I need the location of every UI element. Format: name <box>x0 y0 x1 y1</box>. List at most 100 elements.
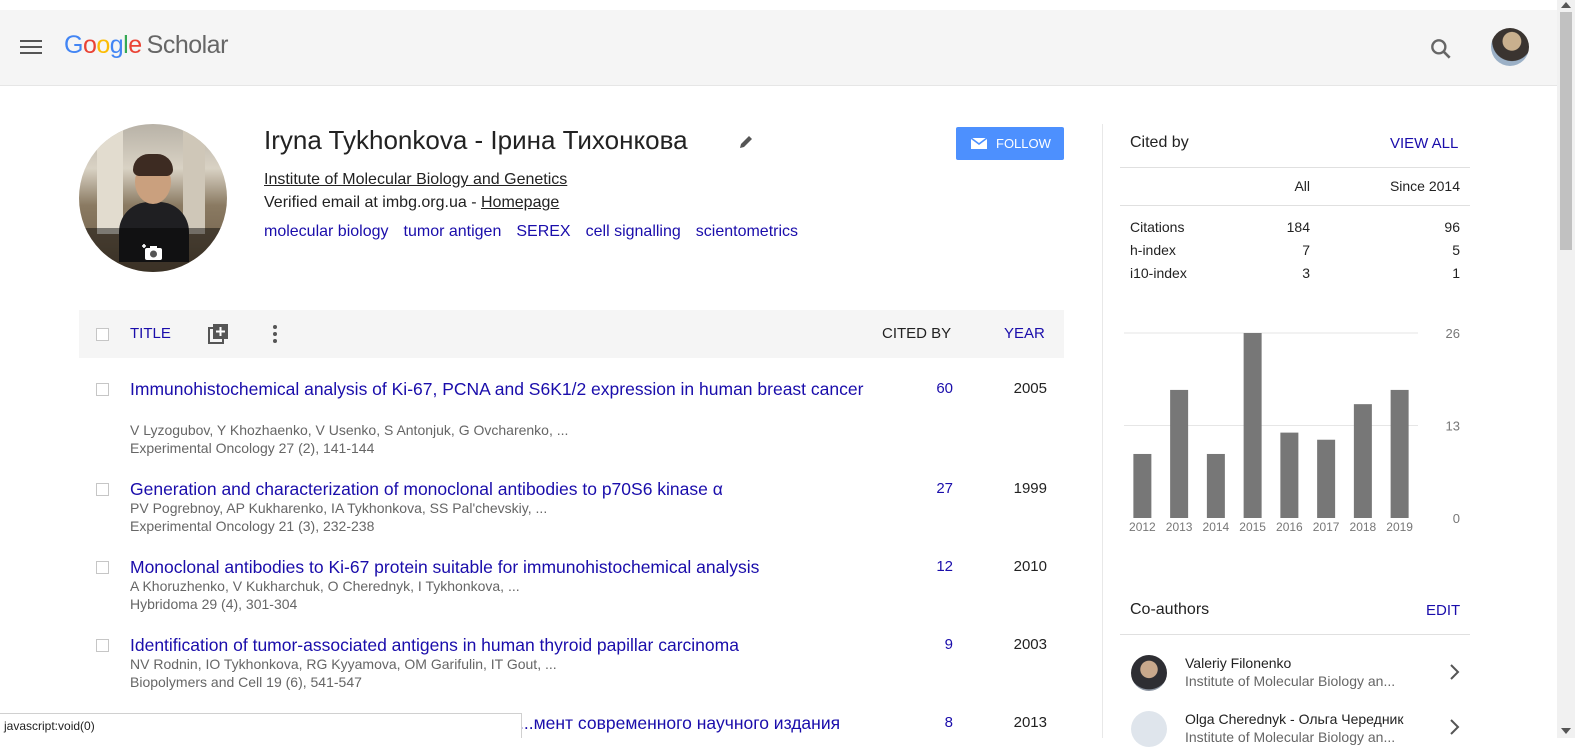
interest-link[interactable]: cell signalling <box>586 223 681 240</box>
chart-x-tick-label: 2013 <box>1166 520 1193 534</box>
homepage-link[interactable]: Homepage <box>481 194 559 211</box>
table-row: Identification of tumor-associated antig… <box>79 634 1064 694</box>
chart-bar[interactable] <box>1206 453 1225 518</box>
profile-photo[interactable] <box>79 124 227 272</box>
coauthor-institution: Institute of Molecular Biology an... <box>1185 673 1396 689</box>
chart-bar[interactable] <box>1133 453 1152 518</box>
chart-bar[interactable] <box>1353 404 1372 518</box>
column-divider <box>1102 124 1103 738</box>
follow-label: FOLLOW <box>996 136 1051 151</box>
google-logo-text: Google <box>64 31 142 59</box>
cited-count-link[interactable]: 8 <box>899 714 953 731</box>
metric-all: 3 <box>1302 265 1310 281</box>
chevron-right-icon[interactable] <box>1449 718 1461 736</box>
select-all-checkbox[interactable] <box>96 328 109 341</box>
article-title-link[interactable]: Generation and characterization of monoc… <box>130 478 865 500</box>
chart-bar[interactable] <box>1390 389 1409 518</box>
chart-bar[interactable] <box>1170 389 1189 518</box>
metric-since: 5 <box>1452 242 1460 258</box>
interest-link[interactable]: tumor antigen <box>404 223 502 240</box>
verified-email: Verified email at imbg.org.ua - Homepage <box>264 194 559 212</box>
scholar-logo-text: Scholar <box>146 31 229 59</box>
row-checkbox[interactable] <box>96 639 109 652</box>
metric-label[interactable]: h-index <box>1130 242 1176 258</box>
article-venue: Experimental Oncology 27 (2), 141-144 <box>130 440 375 456</box>
row-checkbox[interactable] <box>96 561 109 574</box>
interest-link[interactable]: SEREX <box>516 223 570 240</box>
metric-label[interactable]: Citations <box>1130 219 1184 235</box>
article-venue: Biopolymers and Cell 19 (6), 541-547 <box>130 674 362 690</box>
cited-by-title: Cited by <box>1130 134 1189 151</box>
scroll-down-icon[interactable] <box>1561 728 1571 734</box>
article-authors: A Khoruzhenko, V Kukharchuk, O Cherednyk… <box>130 578 520 594</box>
mail-icon <box>971 138 987 149</box>
metric-all: 184 <box>1286 219 1310 235</box>
sort-title-header[interactable]: TITLE <box>130 325 171 342</box>
cited-count-link[interactable]: 27 <box>899 480 953 497</box>
top-bar: Google Scholar <box>0 0 1575 86</box>
coauthor-institution: Institute of Molecular Biology an... <box>1185 729 1396 745</box>
metric-since: 96 <box>1444 219 1460 235</box>
divider <box>1120 634 1470 635</box>
profile-name: Iryna Tykhonkova - Ірина Тихонкова <box>264 125 688 155</box>
interest-link[interactable]: scientometrics <box>696 223 798 240</box>
interest-link[interactable]: molecular biology <box>264 223 389 240</box>
browser-status-bar: javascript:void(0) <box>0 713 522 738</box>
chart-x-tick-label: 2012 <box>1129 520 1156 534</box>
edit-pencil-icon[interactable] <box>737 133 755 151</box>
cited-count-link[interactable]: 9 <box>899 636 953 653</box>
account-avatar[interactable] <box>1491 28 1529 66</box>
view-all-link[interactable]: VIEW ALL <box>1390 135 1458 152</box>
add-articles-icon[interactable] <box>207 323 229 345</box>
article-venue: Hybridoma 29 (4), 301-304 <box>130 596 298 612</box>
chart-bar[interactable] <box>1317 439 1336 518</box>
row-checkbox[interactable] <box>96 383 109 396</box>
camera-add-icon[interactable] <box>142 243 164 261</box>
article-year: 2005 <box>1013 380 1047 397</box>
coauthor-name[interactable]: Valeriy Filonenko <box>1185 655 1291 671</box>
coauthor-name[interactable]: Olga Cherednyk - Ольга Чередник <box>1185 711 1404 727</box>
scrollbar-thumb[interactable] <box>1560 12 1572 250</box>
article-year: 1999 <box>1013 480 1047 497</box>
article-title-link[interactable]: Identification of tumor-associated antig… <box>130 634 865 656</box>
browser-edge <box>0 0 1575 10</box>
research-interests: molecular biology tumor antigen SEREX cell … <box>264 223 813 241</box>
chart-y-tick-label: 26 <box>1446 326 1460 341</box>
cited-count-link[interactable]: 12 <box>899 558 953 575</box>
coauthor-avatar[interactable] <box>1131 711 1167 747</box>
chart-bar[interactable] <box>1280 432 1299 518</box>
article-authors: PV Pogrebnoy, AP Kukharenko, IA Tykhonko… <box>130 500 548 516</box>
divider <box>1120 205 1470 206</box>
follow-button[interactable]: FOLLOW <box>956 127 1064 160</box>
article-authors: V Lyzogubov, Y Khozhaenko, V Usenko, S A… <box>130 422 569 438</box>
chart-bar[interactable] <box>1243 333 1262 518</box>
article-title-link[interactable]: Monoclonal antibodies to Ki-67 protein s… <box>130 556 865 578</box>
article-title-link[interactable]: Immunohistochemical analysis of Ki-67, P… <box>130 378 865 400</box>
col-since-header: Since 2014 <box>1389 178 1460 194</box>
chevron-right-icon[interactable] <box>1449 663 1461 681</box>
table-row: Generation and characterization of monoc… <box>79 478 1064 538</box>
cited-count-link[interactable]: 60 <box>899 380 953 397</box>
scroll-up-icon[interactable] <box>1561 2 1571 8</box>
article-year: 2010 <box>1013 558 1047 575</box>
coauthors-title: Co-authors <box>1130 601 1210 618</box>
article-year: 2003 <box>1013 636 1047 653</box>
coauthor-avatar[interactable] <box>1131 655 1167 691</box>
more-options-icon[interactable] <box>271 322 279 346</box>
metric-label[interactable]: i10-index <box>1130 265 1187 281</box>
affiliation-link[interactable]: Institute of Molecular Biology and Genet… <box>264 171 567 189</box>
hamburger-menu-icon[interactable] <box>20 40 42 55</box>
cited-by-header[interactable]: CITED BY <box>882 325 951 342</box>
google-scholar-logo[interactable]: Google Scholar <box>64 31 228 60</box>
chart-x-tick-label: 2017 <box>1313 520 1340 534</box>
chart-x-tick-label: 2016 <box>1276 520 1303 534</box>
row-checkbox[interactable] <box>96 483 109 496</box>
metric-all: 7 <box>1302 242 1310 258</box>
article-year: 2013 <box>1013 714 1047 731</box>
articles-table-header: TITLE CITED BY YEAR <box>79 310 1064 358</box>
article-title-link[interactable]: ...мент современного научного издания <box>519 712 840 734</box>
search-icon[interactable] <box>1428 36 1454 62</box>
chart-y-tick-label: 0 <box>1453 511 1460 526</box>
sort-year-header[interactable]: YEAR <box>1004 325 1045 342</box>
edit-coauthors-link[interactable]: EDIT <box>1426 602 1460 619</box>
